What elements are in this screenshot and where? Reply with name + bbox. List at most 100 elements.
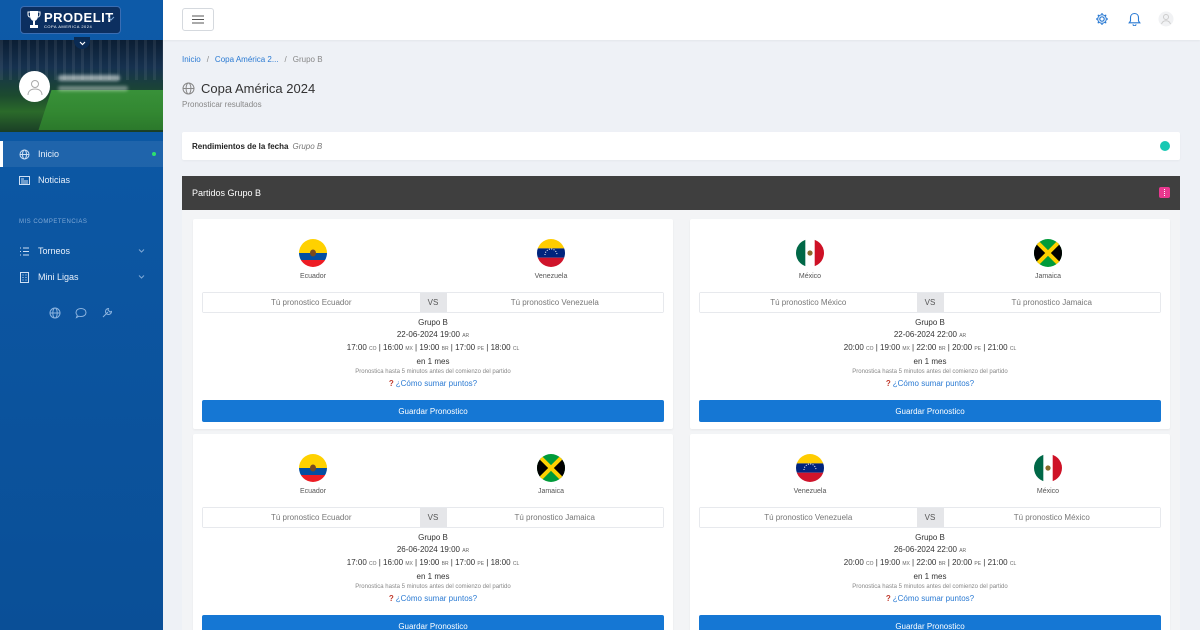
avatar[interactable] bbox=[19, 71, 50, 102]
match-card: Ecuador Venezuela Tú pronostico Ecuador … bbox=[193, 219, 673, 429]
away-score-input[interactable]: Tú pronostico Venezuela bbox=[446, 293, 663, 312]
match-date: 26-06-2024 22:00 AR bbox=[893, 544, 967, 554]
performance-group: Grupo B bbox=[292, 141, 323, 151]
sidebar-item-mini-ligas[interactable]: Mini Ligas bbox=[0, 264, 163, 290]
menu-toggle-button[interactable] bbox=[182, 8, 214, 31]
match-timezones: 17:00 CO | 16:00 MX | 19:00 BR | 17:00 P… bbox=[346, 343, 520, 352]
matches-grid: Ecuador Venezuela Tú pronostico Ecuador … bbox=[182, 210, 1180, 630]
question-icon: ? bbox=[885, 594, 891, 603]
home-score-input[interactable]: Tú pronostico Venezuela bbox=[700, 508, 917, 527]
match-timezones: 20:00 CO | 19:00 MX | 22:00 BR | 20:00 P… bbox=[843, 343, 1017, 352]
performance-label: Rendimientos de la fecha bbox=[192, 141, 289, 151]
away-team: Jamaica bbox=[501, 454, 601, 495]
logo-title: PRODELIT bbox=[44, 10, 114, 25]
how-to-score-link[interactable]: ? ¿Cómo sumar puntos? bbox=[690, 593, 1170, 605]
away-score-input[interactable]: Tú pronostico Jamaica bbox=[446, 508, 663, 527]
gear-icon[interactable] bbox=[1094, 11, 1110, 27]
sidebar-item-noticias[interactable]: Noticias bbox=[0, 167, 163, 193]
home-team: México bbox=[760, 239, 860, 280]
vs-label: VS bbox=[419, 508, 447, 527]
sidebar-item-torneos[interactable]: Torneos bbox=[0, 238, 163, 264]
how-to-score-link[interactable]: ? ¿Cómo sumar puntos? bbox=[690, 378, 1170, 390]
user-email-blurred bbox=[58, 86, 128, 91]
save-prediction-button[interactable]: Guardar Pronostico bbox=[202, 615, 664, 630]
save-prediction-button[interactable]: Guardar Pronostico bbox=[699, 615, 1161, 630]
home-score-input[interactable]: Tú pronostico México bbox=[700, 293, 917, 312]
match-group: Grupo B bbox=[915, 533, 945, 542]
breadcrumb-home-link[interactable]: Inicio bbox=[182, 55, 201, 64]
chevron-down-icon bbox=[79, 41, 85, 45]
globe-icon[interactable] bbox=[49, 307, 61, 319]
trophy-icon bbox=[27, 11, 41, 28]
match-date: 22-06-2024 22:00 AR bbox=[893, 329, 967, 339]
chat-icon[interactable] bbox=[75, 307, 87, 319]
flag-jamaica-icon bbox=[1034, 239, 1062, 267]
match-card: Venezuela México Tú pronostico Venezuela… bbox=[690, 434, 1170, 630]
team-name: Ecuador bbox=[299, 488, 327, 495]
away-team: Venezuela bbox=[501, 239, 601, 280]
bell-icon[interactable] bbox=[1126, 11, 1142, 27]
deadline-note: Pronostica hasta 5 minutos antes del com… bbox=[852, 369, 1008, 375]
deadline-note: Pronostica hasta 5 minutos antes del com… bbox=[355, 369, 511, 375]
user-name-blurred bbox=[58, 75, 120, 81]
vs-label: VS bbox=[916, 508, 944, 527]
prediction-inputs: Tú pronostico Ecuador VS Tú pronostico J… bbox=[202, 507, 664, 528]
home-team: Ecuador bbox=[263, 454, 363, 495]
match-date: 22-06-2024 19:00 AR bbox=[396, 329, 470, 339]
status-indicator bbox=[1160, 141, 1170, 151]
prediction-inputs: Tú pronostico Ecuador VS Tú pronostico V… bbox=[202, 292, 664, 313]
app-logo[interactable]: PRODELIT COPA AMERICA 2024 bbox=[20, 6, 121, 34]
team-name: México bbox=[798, 273, 822, 280]
away-team: México bbox=[998, 454, 1098, 495]
match-info: Grupo B 26-06-2024 19:00 AR 17:00 CO | 1… bbox=[193, 532, 673, 605]
how-to-score-link[interactable]: ? ¿Cómo sumar puntos? bbox=[193, 593, 673, 605]
more-options-button[interactable] bbox=[1159, 187, 1170, 198]
match-info: Grupo B 22-06-2024 22:00 AR 20:00 CO | 1… bbox=[690, 317, 1170, 390]
flag-venezuela-icon bbox=[796, 454, 824, 482]
breadcrumb-current: Grupo B bbox=[292, 55, 323, 64]
team-name: Jamaica bbox=[1034, 273, 1062, 280]
sidebar: PRODELIT COPA AMERICA 2024 Inicio Notici… bbox=[0, 0, 163, 630]
team-name: Ecuador bbox=[299, 273, 327, 280]
match-relative-time: en 1 mes bbox=[913, 571, 947, 581]
matches-header: Partidos Grupo B bbox=[182, 176, 1180, 210]
match-relative-time: en 1 mes bbox=[416, 571, 450, 581]
vs-label: VS bbox=[419, 293, 447, 312]
flag-mexico-icon bbox=[796, 239, 824, 267]
home-score-input[interactable]: Tú pronostico Ecuador bbox=[203, 293, 420, 312]
deadline-note: Pronostica hasta 5 minutos antes del com… bbox=[355, 584, 511, 590]
chevron-down-icon[interactable] bbox=[107, 15, 115, 23]
sidebar-item-label: Inicio bbox=[38, 149, 60, 159]
question-icon: ? bbox=[388, 594, 394, 603]
chevron-down-icon bbox=[138, 275, 145, 279]
competitions-nav: Torneos Mini Ligas bbox=[0, 238, 163, 290]
page-title-text: Copa América 2024 bbox=[201, 81, 316, 96]
save-prediction-button[interactable]: Guardar Pronostico bbox=[202, 400, 664, 422]
sidebar-item-inicio[interactable]: Inicio bbox=[0, 141, 163, 167]
away-team: Jamaica bbox=[998, 239, 1098, 280]
logo-subtitle: COPA AMERICA 2024 bbox=[44, 24, 93, 29]
team-name: México bbox=[1036, 488, 1060, 495]
user-icon[interactable] bbox=[1158, 11, 1174, 27]
match-info: Grupo B 22-06-2024 19:00 AR 17:00 CO | 1… bbox=[193, 317, 673, 390]
sidebar-item-label: Torneos bbox=[38, 246, 71, 256]
match-timezones: 17:00 CO | 16:00 MX | 19:00 BR | 17:00 P… bbox=[346, 558, 520, 567]
home-score-input[interactable]: Tú pronostico Ecuador bbox=[203, 508, 420, 527]
away-score-input[interactable]: Tú pronostico Jamaica bbox=[943, 293, 1160, 312]
away-score-input[interactable]: Tú pronostico México bbox=[943, 508, 1160, 527]
sidebar-nav: Inicio Noticias bbox=[0, 141, 163, 193]
match-card: Ecuador Jamaica Tú pronostico Ecuador VS… bbox=[193, 434, 673, 630]
flag-jamaica-icon bbox=[537, 454, 565, 482]
match-info: Grupo B 26-06-2024 22:00 AR 20:00 CO | 1… bbox=[690, 532, 1170, 605]
match-group: Grupo B bbox=[915, 318, 945, 327]
pitch-background bbox=[38, 90, 163, 130]
flag-venezuela-icon bbox=[537, 239, 565, 267]
match-relative-time: en 1 mes bbox=[913, 356, 947, 366]
how-to-score-link[interactable]: ? ¿Cómo sumar puntos? bbox=[193, 378, 673, 390]
globe-icon bbox=[19, 149, 30, 160]
wrench-icon[interactable] bbox=[101, 307, 113, 319]
save-prediction-button[interactable]: Guardar Pronostico bbox=[699, 400, 1161, 422]
list-icon bbox=[19, 246, 30, 257]
breadcrumb-parent-link[interactable]: Copa América 2... bbox=[215, 55, 279, 64]
performance-card[interactable]: Rendimientos de la fecha Grupo B bbox=[182, 132, 1180, 160]
